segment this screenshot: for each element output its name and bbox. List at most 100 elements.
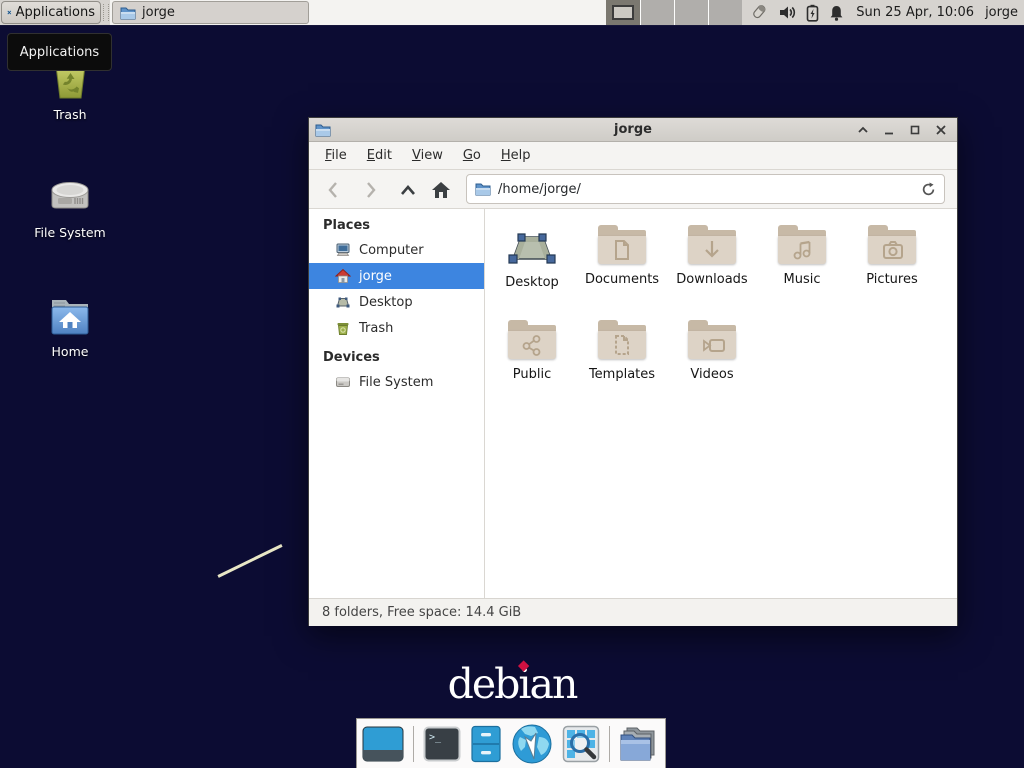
applications-menu-label: Applications	[16, 5, 95, 20]
panel-clock[interactable]: Sun 25 Apr, 10:06	[856, 5, 974, 20]
location-bar[interactable]: /home/jorge/	[466, 174, 945, 204]
mouse-icon[interactable]	[749, 3, 769, 22]
folder-item-downloads[interactable]: Downloads	[667, 225, 757, 287]
debian-logo-i: i	[518, 660, 529, 708]
path-text[interactable]: /home/jorge/	[498, 182, 914, 197]
notification-bell-icon[interactable]	[828, 4, 845, 22]
dock-panel: >_	[356, 718, 666, 768]
sidebar-item-trash[interactable]: Trash	[309, 315, 484, 341]
home-button[interactable]	[428, 177, 454, 202]
tooltip-text: Applications	[20, 45, 99, 60]
trash-small-icon	[335, 320, 351, 336]
window-titlebar[interactable]: jorge	[309, 118, 957, 142]
panel-right-section: Sun 25 Apr, 10:06 jorge	[749, 0, 1018, 25]
sidebar-item-label: Desktop	[359, 295, 413, 310]
desktop-icon-home[interactable]: Home	[10, 294, 130, 359]
sidebar-item-jorge[interactable]: jorge	[309, 263, 484, 289]
maximize-button[interactable]	[908, 124, 921, 137]
folder-icon	[120, 6, 136, 20]
forward-button[interactable]	[358, 177, 384, 202]
close-button[interactable]	[934, 124, 947, 137]
templates-folder-icon	[598, 320, 646, 359]
workspace-window-miniature	[612, 5, 634, 20]
folder-label: Public	[513, 367, 551, 382]
dock-item-terminal[interactable]: >_	[423, 726, 461, 762]
folder-item-desktop[interactable]: Desktop	[487, 225, 577, 290]
menu-file[interactable]: File	[323, 146, 349, 165]
sidebar-item-filesystem[interactable]: File System	[309, 369, 484, 395]
sidebar-item-desktop[interactable]: Desktop	[309, 289, 484, 315]
menu-edit[interactable]: Edit	[365, 146, 394, 165]
window-body: Places Computer jorge	[309, 209, 957, 598]
dock-item-file-cabinet[interactable]	[470, 725, 502, 763]
folder-label: Videos	[690, 367, 733, 382]
desktop-icon	[335, 294, 351, 310]
music-folder-icon	[778, 225, 826, 264]
drive-small-icon	[335, 374, 351, 390]
statusbar: 8 folders, Free space: 14.4 GiB	[309, 598, 957, 626]
dock-item-web-browser[interactable]	[511, 723, 553, 765]
volume-icon[interactable]	[778, 4, 797, 21]
debian-logo-text: deb	[448, 660, 519, 708]
folder-item-pictures[interactable]: Pictures	[847, 225, 937, 287]
applications-tooltip: Applications	[7, 33, 112, 71]
sidebar-item-computer[interactable]: Computer	[309, 237, 484, 263]
home-icon	[335, 268, 351, 284]
statusbar-text: 8 folders, Free space: 14.4 GiB	[322, 605, 521, 620]
workspace-switcher[interactable]	[606, 0, 742, 25]
back-button[interactable]	[320, 177, 346, 202]
taskbar-window-label: jorge	[142, 5, 175, 20]
dock-separator	[413, 726, 414, 762]
downloads-folder-icon	[688, 225, 736, 264]
desktop-root: Applications jorge	[0, 0, 1024, 768]
reload-icon[interactable]	[921, 182, 936, 197]
sidebar: Places Computer jorge	[309, 209, 485, 598]
menu-go[interactable]: Go	[461, 146, 483, 165]
menu-view[interactable]: View	[410, 146, 445, 165]
tasklist-drag-handle[interactable]	[103, 4, 109, 21]
workspace-2[interactable]	[640, 0, 674, 25]
sidebar-item-label: File System	[359, 375, 433, 390]
home-folder-icon	[47, 294, 93, 338]
folder-label: Documents	[585, 272, 659, 287]
folder-view[interactable]: Desktop Documents	[485, 209, 957, 598]
sidebar-item-label: Trash	[359, 321, 393, 336]
folder-label: Downloads	[676, 272, 747, 287]
dock-item-file-manager[interactable]	[619, 725, 661, 763]
desktop-icon-label: Trash	[53, 107, 86, 122]
menubar: File Edit View Go Help	[309, 142, 957, 170]
dock-item-app-finder[interactable]	[562, 725, 600, 763]
panel-username[interactable]: jorge	[985, 5, 1018, 20]
folder-item-templates[interactable]: Templates	[577, 320, 667, 382]
path-folder-icon	[475, 182, 491, 196]
sidebar-item-label: Computer	[359, 243, 424, 258]
workspace-3[interactable]	[674, 0, 708, 25]
debian-logo: debian	[448, 660, 577, 708]
applications-menu-button[interactable]: Applications	[1, 1, 101, 24]
sidebar-item-label: jorge	[359, 269, 392, 284]
minimize-button[interactable]	[882, 124, 895, 137]
debian-logo-text: an	[530, 660, 577, 708]
workspace-1[interactable]	[606, 0, 640, 25]
menu-help[interactable]: Help	[499, 146, 533, 165]
documents-folder-icon	[598, 225, 646, 264]
folder-item-videos[interactable]: Videos	[667, 320, 757, 382]
desktop-icon-label: Home	[52, 344, 89, 359]
folder-label: Music	[784, 272, 821, 287]
folder-item-documents[interactable]: Documents	[577, 225, 667, 287]
dock-item-show-desktop[interactable]	[362, 726, 404, 762]
shade-button[interactable]	[856, 124, 869, 137]
window-controls	[856, 118, 947, 142]
up-button[interactable]	[395, 177, 421, 202]
folder-label: Templates	[589, 367, 655, 382]
system-tray	[749, 3, 845, 22]
desktop-scratch-line	[217, 544, 282, 577]
places-header: Places	[309, 209, 484, 237]
desktop-icon-label: File System	[34, 225, 106, 240]
battery-icon[interactable]	[806, 4, 819, 22]
workspace-4[interactable]	[708, 0, 742, 25]
folder-item-music[interactable]: Music	[757, 225, 847, 287]
desktop-icon-filesystem[interactable]: File System	[10, 174, 130, 240]
folder-item-public[interactable]: Public	[487, 320, 577, 382]
taskbar-window-button[interactable]: jorge	[112, 1, 309, 24]
